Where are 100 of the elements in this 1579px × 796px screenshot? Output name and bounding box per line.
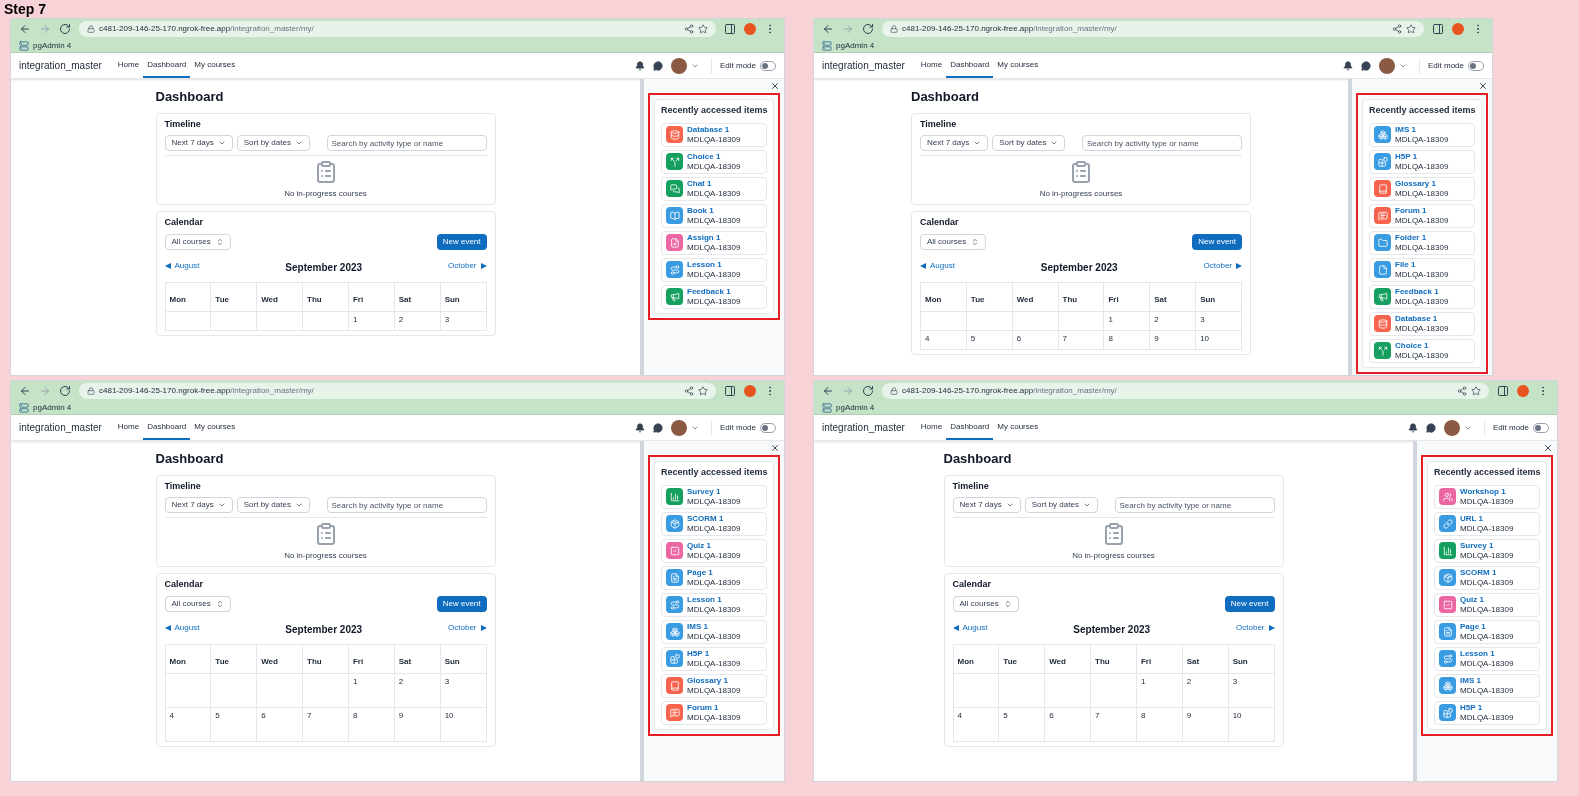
item-name[interactable]: Workshop 1 xyxy=(1460,486,1514,497)
side-panel-icon[interactable] xyxy=(1432,23,1444,35)
chat-icon[interactable] xyxy=(1360,60,1371,71)
left-triangle-icon[interactable] xyxy=(920,262,926,269)
profile-avatar[interactable] xyxy=(1517,385,1529,397)
search-field[interactable]: Search by activity type or name xyxy=(1082,135,1242,151)
calendar-day-cell[interactable]: 4 xyxy=(165,707,212,742)
item-name[interactable]: IMS 1 xyxy=(1395,124,1449,135)
user-avatar[interactable] xyxy=(1443,419,1460,436)
calendar-day-cell[interactable]: 3 xyxy=(440,673,487,708)
close-icon[interactable] xyxy=(1478,81,1488,91)
share-icon[interactable] xyxy=(1392,24,1402,34)
calendar-day-cell[interactable] xyxy=(303,311,349,331)
calendar-day-cell[interactable] xyxy=(1012,311,1059,331)
nav-tab[interactable]: My courses xyxy=(190,415,240,440)
back-icon[interactable] xyxy=(19,385,31,397)
back-icon[interactable] xyxy=(822,385,834,397)
calendar-day-cell[interactable] xyxy=(211,311,258,331)
next-month-link[interactable]: October xyxy=(448,621,477,634)
calendar-day-cell[interactable]: 5 xyxy=(999,707,1046,742)
reload-icon[interactable] xyxy=(59,385,71,397)
item-name[interactable]: Lesson 1 xyxy=(687,259,741,270)
bell-icon[interactable] xyxy=(634,60,645,71)
calendar-day-cell[interactable] xyxy=(1045,673,1092,708)
item-name[interactable]: Lesson 1 xyxy=(687,594,741,605)
share-icon[interactable] xyxy=(1457,386,1467,396)
nav-tab[interactable]: My courses xyxy=(993,415,1043,440)
recent-item[interactable]: Chat 1 MDLQA-18309 xyxy=(661,176,767,201)
item-name[interactable]: Forum 1 xyxy=(1395,205,1449,216)
item-name[interactable]: Folder 1 xyxy=(1395,232,1449,243)
recent-item[interactable]: SCORM 1 MDLQA-18309 xyxy=(1434,565,1540,590)
calendar-day-cell[interactable]: 10 xyxy=(1228,707,1275,742)
recent-item[interactable]: H5P 1 MDLQA-18309 xyxy=(1369,149,1475,174)
recent-item[interactable]: Choice 1 MDLQA-18309 xyxy=(1369,338,1475,363)
site-name[interactable]: integration_master xyxy=(822,58,905,73)
recent-item[interactable]: Quiz 1 MDLQA-18309 xyxy=(661,538,767,563)
calendar-day-cell[interactable]: 1 xyxy=(348,311,395,331)
new-event-button[interactable]: New event xyxy=(436,595,487,612)
recent-item[interactable]: Lesson 1 MDLQA-18309 xyxy=(661,257,767,282)
star-icon[interactable] xyxy=(1471,386,1481,396)
left-triangle-icon[interactable] xyxy=(952,624,959,631)
filter-dropdown[interactable]: Next 7 days xyxy=(164,135,233,151)
filter-dropdown[interactable]: Next 7 days xyxy=(920,135,989,151)
recent-item[interactable]: H5P 1 MDLQA-18309 xyxy=(661,646,767,671)
bookmark-link[interactable]: pgAdmin 4 xyxy=(836,39,875,52)
calendar-day-cell[interactable]: 1 xyxy=(1104,311,1151,331)
calendar-day-cell[interactable] xyxy=(165,673,212,708)
calendar-day-cell[interactable]: 8 xyxy=(1136,707,1183,742)
recent-item[interactable]: Lesson 1 MDLQA-18309 xyxy=(661,592,767,617)
recent-item[interactable]: Page 1 MDLQA-18309 xyxy=(661,565,767,590)
right-triangle-icon[interactable] xyxy=(480,624,487,631)
calendar-day-cell[interactable]: 2 xyxy=(394,311,441,331)
share-icon[interactable] xyxy=(684,386,694,396)
calendar-day-cell[interactable]: 9 xyxy=(1182,707,1229,742)
new-event-button[interactable]: New event xyxy=(436,233,487,250)
recent-item[interactable]: Glossary 1 MDLQA-18309 xyxy=(661,673,767,698)
calendar-day-cell[interactable] xyxy=(165,311,212,331)
recent-item[interactable]: Glossary 1 MDLQA-18309 xyxy=(1369,176,1475,201)
filter-dropdown[interactable]: Next 7 days xyxy=(952,497,1021,513)
reload-icon[interactable] xyxy=(862,23,874,35)
item-name[interactable]: H5P 1 xyxy=(687,648,741,659)
recent-item[interactable]: Choice 1 MDLQA-18309 xyxy=(661,149,767,174)
recent-item[interactable]: Quiz 1 MDLQA-18309 xyxy=(1434,592,1540,617)
recent-item[interactable]: Workshop 1 MDLQA-18309 xyxy=(1434,484,1540,509)
item-name[interactable]: Forum 1 xyxy=(687,702,741,713)
side-panel-icon[interactable] xyxy=(724,385,736,397)
item-name[interactable]: H5P 1 xyxy=(1460,702,1514,713)
calendar-day-cell[interactable]: 2 xyxy=(1150,311,1197,331)
recent-item[interactable]: IMS 1 MDLQA-18309 xyxy=(1434,673,1540,698)
profile-avatar[interactable] xyxy=(1452,23,1464,35)
calendar-day-cell[interactable] xyxy=(303,673,349,708)
star-icon[interactable] xyxy=(698,386,708,396)
item-name[interactable]: IMS 1 xyxy=(1460,675,1514,686)
calendar-day-cell[interactable] xyxy=(1091,673,1137,708)
bell-icon[interactable] xyxy=(634,422,645,433)
user-avatar[interactable] xyxy=(1378,57,1395,74)
previous-month-link[interactable]: August xyxy=(930,259,955,272)
nav-tab[interactable]: Home xyxy=(113,53,144,78)
side-panel-icon[interactable] xyxy=(1497,385,1509,397)
chat-icon[interactable] xyxy=(1425,422,1436,433)
site-name[interactable]: integration_master xyxy=(822,420,905,435)
calendar-day-cell[interactable] xyxy=(257,673,304,708)
item-name[interactable]: Database 1 xyxy=(1395,313,1449,324)
user-avatar[interactable] xyxy=(670,57,687,74)
close-icon[interactable] xyxy=(770,81,780,91)
close-icon[interactable] xyxy=(1543,443,1553,453)
item-name[interactable]: Feedback 1 xyxy=(1395,286,1449,297)
next-month-link[interactable]: October xyxy=(448,259,477,272)
address-bar[interactable]: c481-209-146-25-170.ngrok-free.app/integration_master/my/ xyxy=(79,21,716,37)
nav-tab[interactable]: Home xyxy=(916,53,947,78)
filter-dropdown[interactable]: Sort by dates xyxy=(236,135,310,151)
calendar-day-cell[interactable]: 3 xyxy=(1228,673,1275,708)
edit-mode-toggle[interactable] xyxy=(760,60,776,71)
bell-icon[interactable] xyxy=(1342,60,1353,71)
calendar-day-cell[interactable] xyxy=(966,311,1013,331)
address-bar[interactable]: c481-209-146-25-170.ngrok-free.app/integration_master/my/ xyxy=(882,383,1489,399)
item-name[interactable]: H5P 1 xyxy=(1395,151,1449,162)
recent-item[interactable]: Survey 1 MDLQA-18309 xyxy=(1434,538,1540,563)
calendar-day-cell[interactable]: 2 xyxy=(1182,673,1229,708)
item-name[interactable]: Assign 1 xyxy=(687,232,741,243)
